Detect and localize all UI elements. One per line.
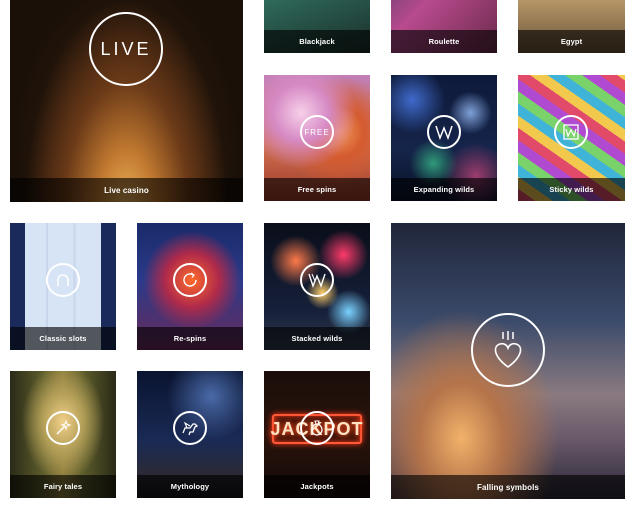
tile-label: Mythology bbox=[170, 482, 210, 491]
tile-stacked-wilds[interactable]: Stacked wilds bbox=[264, 223, 370, 350]
tile-label-bar: Egypt bbox=[518, 30, 625, 53]
tile-label: Fairy tales bbox=[43, 482, 83, 491]
tile-classic-slots[interactable]: Classic slots bbox=[10, 223, 116, 350]
tile-blackjack[interactable]: Blackjack bbox=[264, 0, 370, 53]
live-icon: LIVE bbox=[89, 12, 163, 86]
tile-label-bar: Jackpots bbox=[264, 475, 370, 498]
tile-re-spins[interactable]: Re-spins bbox=[137, 223, 243, 350]
sticky-wild-icon bbox=[554, 115, 588, 149]
tile-label-bar: Sticky wilds bbox=[518, 178, 625, 201]
free-spins-icon-text: FREE bbox=[304, 127, 330, 137]
magic-wand-icon bbox=[46, 411, 80, 445]
free-spins-icon: FREE bbox=[300, 115, 334, 149]
tile-label: Expanding wilds bbox=[413, 185, 475, 194]
tile-mythology[interactable]: Mythology bbox=[137, 371, 243, 498]
tile-label: Jackpots bbox=[300, 482, 334, 491]
tile-label: Blackjack bbox=[299, 37, 335, 46]
tile-label: Falling symbols bbox=[477, 482, 539, 492]
tile-label: Re-spins bbox=[173, 334, 207, 343]
tile-label-bar: Stacked wilds bbox=[264, 327, 370, 350]
tile-label-bar: Expanding wilds bbox=[391, 178, 497, 201]
tile-sticky-wilds[interactable]: Sticky wilds bbox=[518, 75, 625, 201]
stacked-w-icon bbox=[300, 263, 334, 297]
tile-label-bar: Classic slots bbox=[10, 327, 116, 350]
horseshoe-icon bbox=[46, 263, 80, 297]
tile-expanding-wilds[interactable]: Expanding wilds bbox=[391, 75, 497, 201]
tile-free-spins[interactable]: FREE Free spins bbox=[264, 75, 370, 201]
tile-label: Roulette bbox=[428, 37, 460, 46]
respin-arrow-icon bbox=[173, 263, 207, 297]
tile-roulette[interactable]: Roulette bbox=[391, 0, 497, 53]
tile-label-bar: Falling symbols bbox=[391, 475, 625, 499]
tile-jackpots[interactable]: JACKPOT Jackpots bbox=[264, 371, 370, 498]
tile-label: Sticky wilds bbox=[549, 185, 594, 194]
tile-label-bar: Re-spins bbox=[137, 327, 243, 350]
live-icon-text: LIVE bbox=[100, 38, 152, 59]
tile-label: Live casino bbox=[104, 185, 149, 195]
tile-label: Free spins bbox=[297, 185, 337, 194]
tile-label: Stacked wilds bbox=[291, 334, 343, 343]
tile-label-bar: Live casino bbox=[10, 178, 243, 202]
jackpot-bag-icon bbox=[300, 411, 334, 445]
falling-heart-icon bbox=[471, 313, 545, 387]
tile-falling-symbols[interactable]: Falling symbols bbox=[391, 223, 625, 499]
tile-label-bar: Mythology bbox=[137, 475, 243, 498]
tile-live-casino[interactable]: LIVE Live casino bbox=[10, 0, 243, 202]
tile-fairy-tales[interactable]: Fairy tales bbox=[10, 371, 116, 498]
tile-label: Classic slots bbox=[39, 334, 87, 343]
tile-label-bar: Blackjack bbox=[264, 30, 370, 53]
tile-label: Egypt bbox=[560, 37, 583, 46]
wild-w-icon bbox=[427, 115, 461, 149]
tile-label-bar: Roulette bbox=[391, 30, 497, 53]
tile-label-bar: Fairy tales bbox=[10, 475, 116, 498]
pegasus-icon bbox=[173, 411, 207, 445]
tile-egypt[interactable]: Egypt bbox=[518, 0, 625, 53]
tile-label-bar: Free spins bbox=[264, 178, 370, 201]
